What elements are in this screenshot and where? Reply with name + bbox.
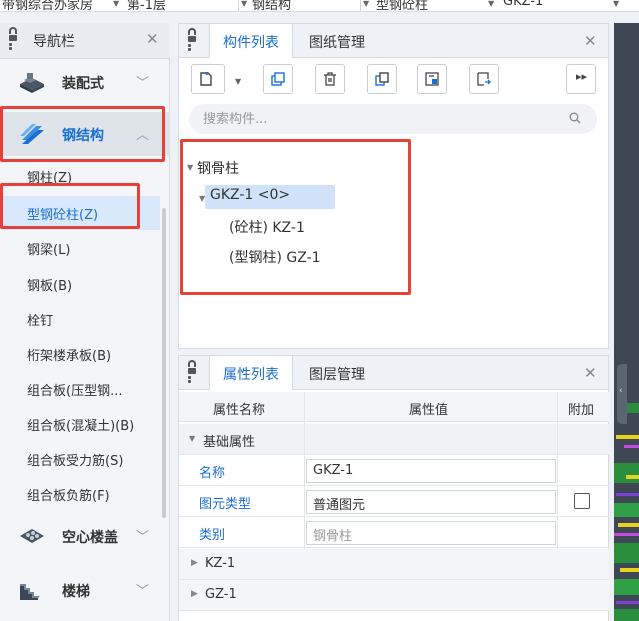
nav-scrollbar[interactable] xyxy=(162,208,166,518)
more-icon: ▸▸ xyxy=(576,70,588,83)
property-name: 名称 xyxy=(199,466,226,481)
nav-item-composite-slab-deck[interactable]: 组合板(压型钢... xyxy=(0,372,160,406)
nav-item-truss-deck[interactable]: 桁架楼承板(B) xyxy=(0,337,160,371)
extra-checkbox[interactable] xyxy=(574,493,590,509)
chevron-down-icon[interactable]: ▼ xyxy=(235,77,241,86)
highlight-box xyxy=(0,106,165,162)
chevron-down-icon[interactable]: ▼ xyxy=(488,0,494,8)
duplicate-icon xyxy=(375,72,389,86)
subgroup-label: KZ-1 xyxy=(205,556,236,571)
search-icon[interactable] xyxy=(569,112,581,124)
chevron-down-icon: ﹀ xyxy=(136,76,150,91)
delete-button[interactable] xyxy=(315,64,345,94)
property-name: 类别 xyxy=(199,528,226,543)
trash-icon xyxy=(324,72,336,86)
copy-button[interactable] xyxy=(263,64,293,94)
nav-header: 导航栏 ✕ xyxy=(0,23,170,59)
chevron-left-icon: ‹ xyxy=(619,386,623,396)
column-divider xyxy=(304,392,305,549)
pin-icon[interactable] xyxy=(9,27,17,51)
stairs-icon xyxy=(20,584,40,600)
panel-tabs: 属性列表 图层管理 ✕ xyxy=(179,356,608,390)
copy-to-floor-button[interactable] xyxy=(367,64,397,94)
chevron-down-icon[interactable]: ▼ xyxy=(241,0,247,8)
pin-icon[interactable] xyxy=(188,28,196,52)
nav-item-slab-main-rebar[interactable]: 组合板受力筋(S) xyxy=(0,442,160,476)
nav-category-hollow-floor[interactable]: 空心楼盖 ﹀ xyxy=(0,514,170,558)
subgroup-label: GZ-1 xyxy=(205,587,237,602)
tab-drawing-management[interactable]: 图纸管理 xyxy=(295,24,379,58)
column-header-extra: 附加 xyxy=(568,403,595,418)
highlight-box xyxy=(0,183,140,229)
property-subgroup[interactable]: ▶ GZ-1 xyxy=(179,580,609,611)
hollow-floor-icon xyxy=(20,529,44,543)
chevron-down-icon: ﹀ xyxy=(136,584,150,599)
chevron-down-icon: ﹀ xyxy=(136,530,150,545)
close-icon[interactable]: ✕ xyxy=(584,32,597,50)
more-button[interactable]: ▸▸ xyxy=(566,64,596,94)
nav-item-slab-negative-rebar[interactable]: 组合板负筋(F) xyxy=(0,477,160,511)
type-selector[interactable]: 型钢砼柱 xyxy=(376,0,428,11)
table-row: 类别 钢骨柱 xyxy=(179,517,609,548)
property-subgroup[interactable]: ▶ KZ-1 xyxy=(179,549,609,580)
category-label: 楼梯 xyxy=(62,584,90,600)
nav-item-composite-slab-concrete[interactable]: 组合板(混凝土)(B) xyxy=(0,407,160,441)
group-label: 基础属性 xyxy=(203,435,256,450)
property-list-panel: 属性列表 图层管理 ✕ 属性名称 属性值 附加 ▼ 基础属性 名称 GKZ-1 … xyxy=(178,355,609,621)
export-button[interactable] xyxy=(469,64,499,94)
nav-title: 导航栏 xyxy=(33,34,75,50)
tab-layer-management[interactable]: 图层管理 xyxy=(295,356,379,390)
chevron-down-icon[interactable]: ▼ xyxy=(113,0,119,8)
chevron-down-icon[interactable]: ▼ xyxy=(363,0,369,8)
nav-item-steel-beam[interactable]: 钢梁(L) xyxy=(0,231,160,265)
project-selector[interactable]: 带钢综合办家房 xyxy=(2,0,93,11)
table-header: 属性名称 属性值 附加 xyxy=(179,392,609,422)
nav-item-stud[interactable]: 栓钉 xyxy=(0,302,160,336)
close-icon[interactable]: ✕ xyxy=(584,364,597,382)
expand-icon[interactable]: ▶ xyxy=(191,589,198,599)
category-selector[interactable]: 钢结构 xyxy=(252,0,291,11)
nav-item-steel-plate[interactable]: 钢板(B) xyxy=(0,267,160,301)
highlight-box xyxy=(180,139,411,295)
import-button[interactable] xyxy=(417,64,447,94)
tab-property-list[interactable]: 属性列表 xyxy=(209,356,293,390)
tab-component-list[interactable]: 构件列表 xyxy=(209,24,293,58)
chevron-down-icon[interactable]: ▼ xyxy=(613,0,619,8)
property-group[interactable]: ▼ 基础属性 xyxy=(179,424,609,455)
table-row: 图元类型 普通图元 xyxy=(179,486,609,517)
property-value-field[interactable]: GKZ-1 xyxy=(306,459,556,483)
panel-tabs: 构件列表 图纸管理 ✕ xyxy=(179,24,608,58)
nav-category-prefab[interactable]: 装配式 ﹀ xyxy=(0,60,170,104)
new-file-icon xyxy=(200,72,212,86)
column-header-name: 属性名称 xyxy=(213,403,266,418)
model-geometry xyxy=(614,403,639,621)
pin-icon[interactable] xyxy=(188,360,196,384)
property-name: 图元类型 xyxy=(199,497,252,512)
component-selector[interactable]: GKZ-1 xyxy=(503,0,543,9)
component-search xyxy=(189,104,597,134)
table-row: 名称 GKZ-1 xyxy=(179,455,609,486)
column-header-value: 属性值 xyxy=(409,403,449,418)
new-component-button[interactable] xyxy=(191,64,225,94)
top-toolbar: 带钢综合办家房 ▼ 第-1层 ▼ 钢结构 ▼ 型钢砼柱 ▼ GKZ-1 ▼ xyxy=(0,0,639,12)
category-label: 空心楼盖 xyxy=(62,530,118,546)
export-icon xyxy=(477,72,491,86)
nav-category-stairs[interactable]: 楼梯 ﹀ xyxy=(0,568,170,612)
property-value-field: 钢骨柱 xyxy=(306,521,556,545)
expand-icon[interactable]: ▶ xyxy=(191,558,198,568)
search-input[interactable] xyxy=(203,110,543,128)
prefab-icon xyxy=(20,73,44,93)
collapse-icon[interactable]: ▼ xyxy=(189,434,195,443)
property-value-field[interactable]: 普通图元 xyxy=(306,490,556,514)
column-divider xyxy=(557,392,558,549)
copy-icon xyxy=(271,72,285,86)
import-icon xyxy=(425,72,439,86)
floor-selector[interactable]: 第-1层 xyxy=(127,0,166,11)
model-viewport[interactable] xyxy=(614,23,639,621)
category-label: 装配式 xyxy=(62,76,104,92)
close-icon[interactable]: ✕ xyxy=(146,30,159,48)
panel-collapse-button[interactable]: ‹ xyxy=(617,364,627,424)
